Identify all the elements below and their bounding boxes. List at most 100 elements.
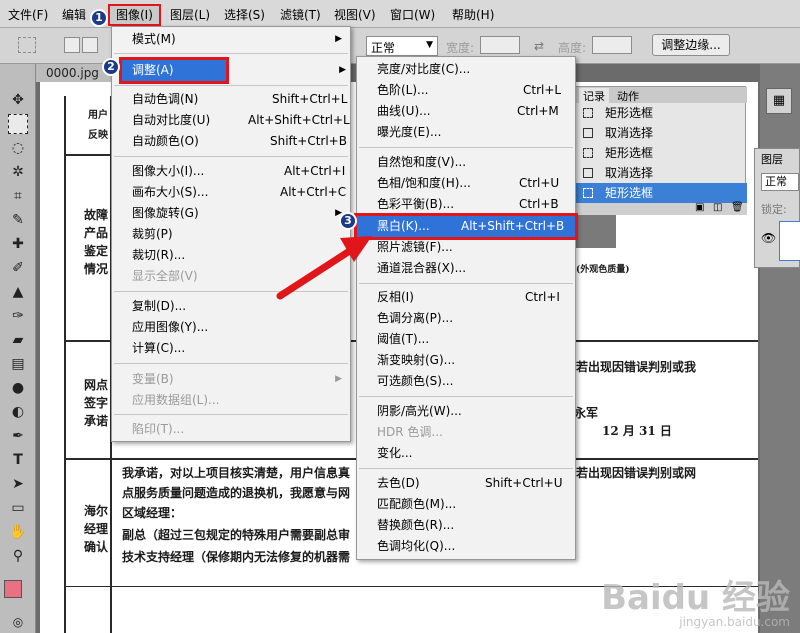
history-item[interactable]: 矩形选框 [575,103,747,123]
menu-item-variations[interactable]: 变化... [357,443,575,464]
menu-item-auto-tone[interactable]: 自动色调(N) Shift+Ctrl+L [112,89,350,110]
menu-item-duplicate[interactable]: 复制(D)... [112,296,350,317]
menu-item-label: 图像大小(I)... [132,164,205,178]
menu-item-equalize[interactable]: 色调均化(Q)... [357,536,575,557]
menu-item-threshold[interactable]: 阈值(T)... [357,329,575,350]
menu-item-vibrance[interactable]: 自然饱和度(V)... [357,152,575,173]
menu-item-image-rotation[interactable]: 图像旋转(G) ▶ [112,203,350,224]
menu-filter[interactable]: 滤镜(T) [274,6,327,24]
swap-icon[interactable]: ⇄ [534,39,544,53]
eraser-icon[interactable]: ▰ [8,330,28,350]
crop-tool-icon[interactable]: ⌗ [8,186,28,206]
menu-item-label: 色调分离(P)... [377,311,454,325]
clone-stamp-icon[interactable]: ▲ [8,282,28,302]
marquee-icon[interactable] [18,37,36,53]
menu-item-crop[interactable]: 裁剪(P) [112,224,350,245]
menu-item-levels[interactable]: 色阶(L)... Ctrl+L [357,80,575,101]
menu-item-shadows-highlights[interactable]: 阴影/高光(W)... [357,401,575,422]
move-tool-icon[interactable]: ✥ [8,90,28,110]
new-document-icon[interactable]: ◫ [713,202,722,213]
history-item-selected[interactable]: 矩形选框 [575,183,747,203]
menu-item-photo-filter[interactable]: 照片滤镜(F)... [357,237,575,258]
menu-item-replace-color[interactable]: 替换颜色(R)... [357,515,575,536]
menu-item-selective-color[interactable]: 可选颜色(S)... [357,371,575,392]
magic-wand-icon[interactable]: ✲ [8,162,28,182]
brush-tool-icon[interactable]: ✐ [8,258,28,278]
menu-item-label: 照片滤镜(F)... [377,240,453,254]
menu-image[interactable]: 图像(I) [108,4,161,26]
blend-mode-select[interactable]: 正常 [761,173,799,191]
menu-item-desaturate[interactable]: 去色(D) Shift+Ctrl+U [357,473,575,494]
history-brush-icon[interactable]: ✑ [8,306,28,326]
healing-brush-icon[interactable]: ✚ [8,234,28,254]
quick-mask-icon[interactable]: ◎ [8,612,28,632]
menu-item-auto-color[interactable]: 自动颜色(O) Shift+Ctrl+B [112,131,350,152]
layer-thumbnail[interactable] [779,221,800,261]
history-item[interactable]: 取消选择 [575,123,747,143]
height-input[interactable] [592,36,632,54]
doc-text-right: 永军 [574,406,599,420]
menu-item-canvas-size[interactable]: 画布大小(S)... Alt+Ctrl+C [112,182,350,203]
menu-item-posterize[interactable]: 色调分离(P)... [357,308,575,329]
new-selection-icon[interactable] [64,37,80,53]
menu-item-black-white[interactable]: 黑白(K)... Alt+Shift+Ctrl+B [354,213,578,240]
menu-item-gradient-map[interactable]: 渐变映射(G)... [357,350,575,371]
menu-view[interactable]: 视图(V) [328,6,382,24]
menu-item-label: 自动颜色(O) [132,134,199,148]
menu-item-hue-saturation[interactable]: 色相/饱和度(H)... Ctrl+U [357,173,575,194]
history-item[interactable]: 矩形选框 [575,143,747,163]
refine-edge-button[interactable]: 调整边缘... [652,34,730,56]
menu-window[interactable]: 窗口(W) [384,6,441,24]
type-tool-icon[interactable]: T [8,450,28,470]
new-snapshot-icon[interactable]: ▣ [695,202,704,213]
marquee-tool-icon[interactable] [8,114,28,134]
menu-item-auto-contrast[interactable]: 自动对比度(U) Alt+Shift+Ctrl+L [112,110,350,131]
menu-file[interactable]: 文件(F) [2,6,54,24]
tab-actions[interactable]: 动作 [613,88,643,104]
history-item[interactable]: 取消选择 [575,163,747,183]
menu-layer[interactable]: 图层(L) [164,6,216,24]
hand-tool-icon[interactable]: ✋ [8,522,28,542]
eyedropper-icon[interactable]: ✎ [8,210,28,230]
tab-layers[interactable]: 图层 [761,151,783,167]
width-input[interactable] [480,36,520,54]
menu-separator [359,396,573,397]
foreground-color-swatch[interactable] [4,580,22,598]
menu-item-adjust[interactable]: 调整(A) [119,57,229,84]
menu-select[interactable]: 选择(S) [218,6,271,24]
pen-tool-icon[interactable]: ✒ [8,426,28,446]
eye-icon[interactable]: 👁 [761,231,776,245]
menu-item-trim[interactable]: 裁切(R)... [112,245,350,266]
menu-help[interactable]: 帮助(H) [446,6,500,24]
doc-text-line: 点服务质量问题造成的退换机，我愿意与网 [122,486,351,500]
menu-item-label: 去色(D) [377,476,420,490]
blur-tool-icon[interactable]: ● [8,378,28,398]
gradient-tool-icon[interactable]: ▤ [8,354,28,374]
history-panel-icon[interactable]: ▦ [766,88,792,114]
menu-item-color-balance[interactable]: 色彩平衡(B)... Ctrl+B [357,194,575,215]
menu-item-image-size[interactable]: 图像大小(I)... Alt+Ctrl+I [112,161,350,182]
menu-item-apply-image[interactable]: 应用图像(Y)... [112,317,350,338]
trash-icon[interactable]: 🗑 [731,202,744,213]
zoom-tool-icon[interactable]: ⚲ [8,546,28,566]
menu-item-brightness-contrast[interactable]: 亮度/对比度(C)... [357,59,575,80]
style-select[interactable]: 正常 ▼ [366,36,438,56]
add-selection-icon[interactable] [82,37,98,53]
menu-item-mode[interactable]: 模式(M) ▶ [112,29,350,50]
dodge-tool-icon[interactable]: ◐ [8,402,28,422]
lasso-tool-icon[interactable]: ◌ [8,138,28,158]
shape-tool-icon[interactable]: ▭ [8,498,28,518]
tab-history[interactable]: 记录 [579,88,609,104]
menu-item-calculations[interactable]: 计算(C)... [112,338,350,359]
path-select-icon[interactable]: ➤ [8,474,28,494]
image-menu-dropdown: 模式(M) ▶ 调整(A) ▶ 自动色调(N) Shift+Ctrl+L 自动对比度… [111,26,351,442]
menu-item-invert[interactable]: 反相(I) Ctrl+I [357,287,575,308]
menu-edit[interactable]: 编辑 [56,6,92,24]
menu-item-curves[interactable]: 曲线(U)... Ctrl+M [357,101,575,122]
menu-item-reveal-all: 显示全部(V) [112,266,350,287]
menu-item-trap: 陷印(T)... [112,419,350,440]
menu-item-match-color[interactable]: 匹配颜色(M)... [357,494,575,515]
menu-item-channel-mixer[interactable]: 通道混合器(X)... [357,258,575,279]
menu-item-exposure[interactable]: 曝光度(E)... [357,122,575,143]
doc-text-line: 技术支持经理（保修期内无法修复的机器需 [122,550,351,564]
